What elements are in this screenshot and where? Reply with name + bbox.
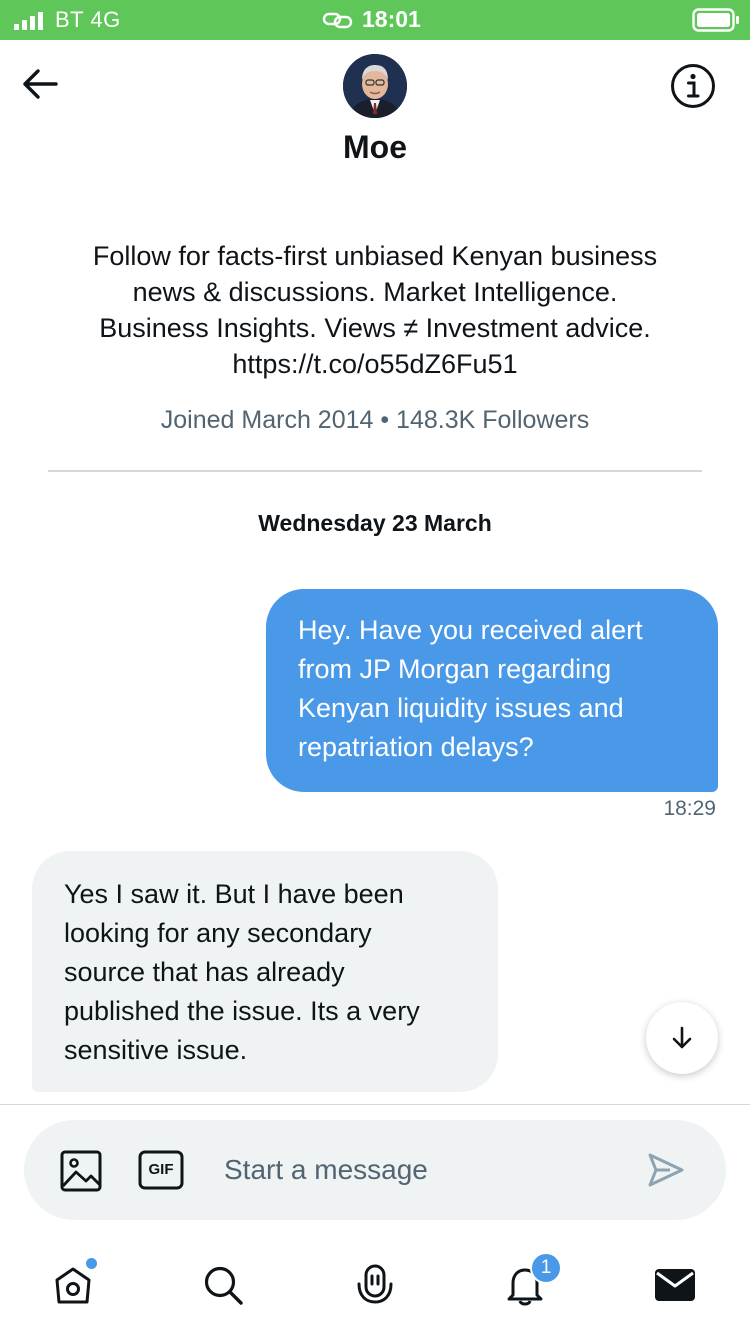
gif-label: GIF: [148, 1161, 174, 1178]
mail-icon: [655, 1269, 695, 1301]
signal-icon: [14, 12, 43, 30]
back-button[interactable]: [20, 66, 60, 102]
received-message-bubble[interactable]: Yes I saw it. But I have been looking fo…: [32, 851, 498, 1092]
message-line: looking for any secondary: [64, 918, 372, 948]
link-icon: [322, 12, 353, 29]
message-line: published the issue. Its a very: [64, 996, 420, 1026]
message-input[interactable]: [224, 1148, 624, 1192]
message-line: repatriation delays?: [298, 732, 534, 762]
send-icon: [648, 1153, 684, 1187]
divider: [48, 470, 702, 472]
date-separator: Wednesday 23 March: [258, 510, 492, 536]
profile-name[interactable]: Moe: [0, 129, 750, 166]
arrow-down-icon: [672, 1026, 692, 1049]
bio-line: Follow for facts-first unbiased Kenyan b…: [92, 241, 658, 271]
nav-messages[interactable]: [650, 1260, 700, 1310]
bio-line: Business Insights. Views ≠ Investment ad…: [99, 313, 651, 343]
profile-meta: Joined March 2014 • 148.3K Followers: [160, 406, 590, 434]
status-bar: BT 4G 18:01: [0, 0, 750, 40]
message-line: Hey. Have you received alert: [298, 615, 643, 645]
avatar[interactable]: [343, 54, 407, 118]
message-composer: GIF: [24, 1120, 726, 1220]
message-line: Kenyan liquidity issues and: [298, 693, 624, 723]
notification-badge: 1: [530, 1252, 562, 1284]
home-icon: [55, 1267, 91, 1304]
new-content-dot: [86, 1258, 97, 1269]
image-icon: [60, 1150, 102, 1192]
profile-bio: Follow for facts-first unbiased Kenyan b…: [40, 238, 710, 382]
message-line: sensitive issue.: [64, 1035, 248, 1065]
clock: 18:01: [362, 6, 421, 32]
bio-link[interactable]: https://t.co/o55dZ6Fu51: [40, 346, 710, 382]
carrier-label: BT 4G: [55, 7, 121, 32]
add-gif-button[interactable]: GIF: [138, 1150, 184, 1190]
composer-separator: [0, 1104, 750, 1105]
nav-home[interactable]: [48, 1258, 98, 1310]
send-button[interactable]: [646, 1150, 686, 1190]
spaces-icon: [357, 1264, 393, 1304]
bio-line: news & discussions. Market Intelligence.: [132, 277, 618, 307]
info-icon: [671, 64, 715, 108]
info-button[interactable]: [670, 63, 716, 109]
sent-message-bubble[interactable]: Hey. Have you received alert from JP Mor…: [266, 589, 718, 792]
back-arrow-icon: [23, 69, 58, 99]
nav-search[interactable]: [198, 1260, 248, 1310]
message-timestamp: 18:29: [663, 797, 716, 820]
avatar-image: [343, 54, 407, 118]
message-line: source that has already: [64, 957, 345, 987]
message-line: Yes I saw it. But I have been: [64, 879, 404, 909]
scroll-to-bottom-button[interactable]: [646, 1002, 718, 1074]
bottom-navigation: 1: [0, 1240, 750, 1334]
message-line: from JP Morgan regarding: [298, 654, 612, 684]
search-icon: [204, 1266, 243, 1305]
nav-spaces[interactable]: [350, 1260, 400, 1310]
battery-icon: [692, 8, 739, 32]
nav-notifications[interactable]: 1: [500, 1252, 562, 1310]
add-image-button[interactable]: [60, 1150, 102, 1192]
